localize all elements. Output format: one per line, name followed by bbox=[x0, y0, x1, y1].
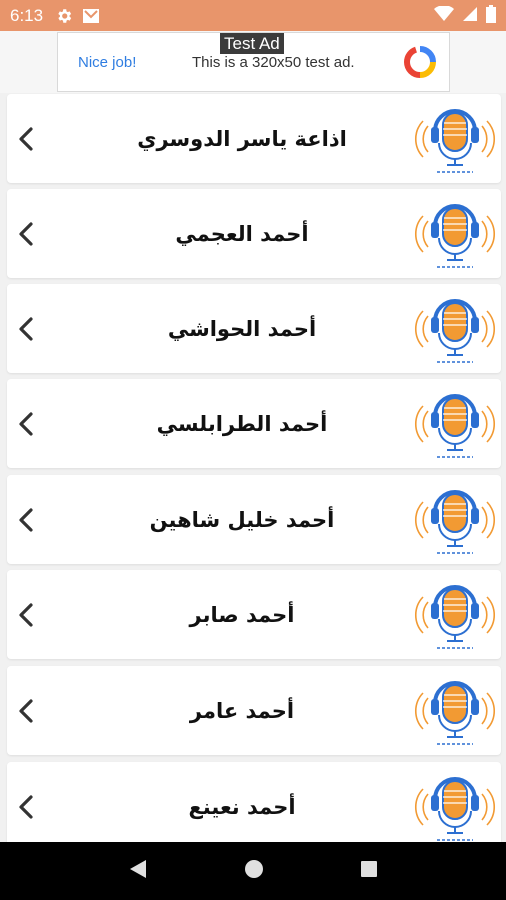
microphone-logo-icon bbox=[413, 767, 497, 851]
recents-icon[interactable] bbox=[360, 860, 378, 882]
microphone-logo-icon bbox=[413, 194, 497, 278]
status-time: 6:13 bbox=[10, 5, 44, 25]
reciter-name: أحمد خليل شاهين bbox=[149, 507, 335, 532]
reciter-name: أحمد الحواشي bbox=[167, 316, 317, 341]
reciter-row[interactable]: أحمد خليل شاهين bbox=[7, 475, 501, 564]
reciter-row[interactable]: أحمد نعينع bbox=[7, 762, 501, 851]
status-bar: 6:13 bbox=[0, 0, 506, 31]
microphone-logo-icon bbox=[413, 671, 497, 755]
home-icon[interactable] bbox=[244, 859, 264, 883]
chevron-left-icon bbox=[15, 794, 37, 824]
wifi-icon bbox=[434, 4, 454, 26]
chevron-left-icon bbox=[15, 602, 37, 632]
ad-logo-icon[interactable] bbox=[403, 45, 437, 83]
back-icon[interactable] bbox=[128, 858, 148, 884]
battery-icon bbox=[486, 4, 496, 27]
mail-icon bbox=[82, 8, 100, 24]
reciter-name: أحمد صابر bbox=[189, 602, 295, 627]
reciter-name: أحمد الطرابلسي bbox=[156, 411, 328, 436]
microphone-logo-icon bbox=[413, 99, 497, 183]
reciter-row[interactable]: اذاعة ياسر الدوسري bbox=[7, 94, 501, 183]
reciter-row[interactable]: أحمد عامر bbox=[7, 666, 501, 755]
signal-icon bbox=[462, 6, 478, 26]
navigation-bar bbox=[0, 842, 506, 900]
reciter-name: اذاعة ياسر الدوسري bbox=[137, 126, 347, 151]
reciter-row[interactable]: أحمد العجمي bbox=[7, 189, 501, 278]
ad-body-text[interactable]: This is a 320x50 test ad. bbox=[192, 54, 355, 71]
reciter-row[interactable]: أحمد الطرابلسي bbox=[7, 379, 501, 468]
chevron-left-icon bbox=[15, 221, 37, 251]
ad-headline[interactable]: Nice job! bbox=[78, 54, 136, 71]
microphone-logo-icon bbox=[413, 384, 497, 468]
reciter-name: أحمد نعينع bbox=[188, 794, 296, 819]
test-ad-tag: Test Ad bbox=[220, 33, 284, 54]
microphone-logo-icon bbox=[413, 575, 497, 659]
chevron-left-icon bbox=[15, 316, 37, 346]
chevron-left-icon bbox=[15, 507, 37, 537]
reciter-name: أحمد العجمي bbox=[175, 221, 309, 246]
reciter-row[interactable]: أحمد صابر bbox=[7, 570, 501, 659]
gear-icon bbox=[55, 7, 73, 25]
microphone-logo-icon bbox=[413, 480, 497, 564]
reciter-name: أحمد عامر bbox=[189, 698, 295, 723]
reciter-row[interactable]: أحمد الحواشي bbox=[7, 284, 501, 373]
microphone-logo-icon bbox=[413, 289, 497, 373]
chevron-left-icon bbox=[15, 126, 37, 156]
chevron-left-icon bbox=[15, 698, 37, 728]
chevron-left-icon bbox=[15, 411, 37, 441]
